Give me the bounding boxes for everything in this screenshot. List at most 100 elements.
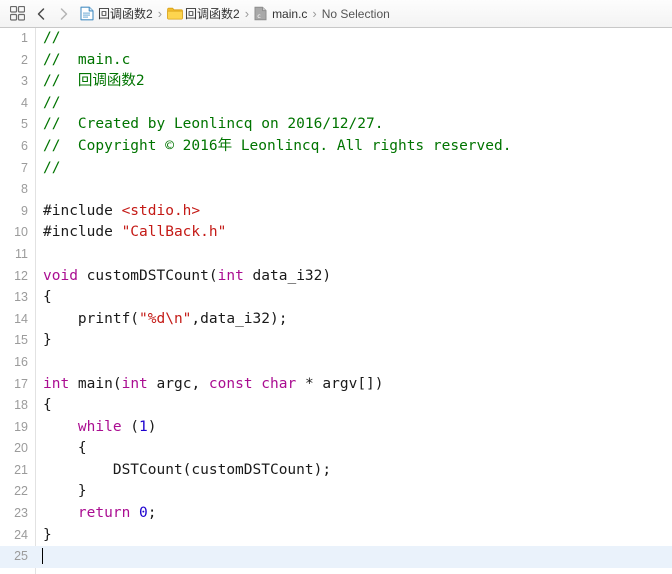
- token-plain: {: [43, 289, 52, 306]
- code-line[interactable]: 3 // 回调函数2: [0, 71, 672, 93]
- token-string: <stdio.h>: [121, 202, 201, 219]
- token-comment: //: [43, 30, 61, 46]
- code-line[interactable]: 6 // Copyright © 2016年 Leonlincq. All rig…: [0, 136, 672, 158]
- code-line-text: }: [35, 330, 672, 352]
- code-line[interactable]: 18 {: [0, 395, 672, 417]
- token-plain: }: [43, 332, 52, 349]
- code-line-text: while (1): [35, 417, 672, 439]
- line-number: 14: [14, 311, 28, 326]
- project-document-icon: [80, 6, 94, 21]
- line-number: 12: [14, 268, 28, 283]
- line-number: 20: [14, 441, 28, 456]
- code-line-text: }: [35, 525, 672, 547]
- code-line[interactable]: 25: [0, 546, 672, 568]
- code-line-text: // Copyright © 2016年 Leonlincq. All righ…: [35, 136, 672, 158]
- line-number: 10: [14, 225, 28, 240]
- token-plain: ,data_i32);: [191, 310, 288, 327]
- code-line[interactable]: 22 }: [0, 481, 672, 503]
- line-number: 17: [14, 376, 28, 391]
- line-number: 1: [21, 31, 28, 45]
- code-line[interactable]: 9 #include <stdio.h>: [0, 201, 672, 223]
- token-number: 0: [139, 505, 148, 522]
- panel-toggle-button[interactable]: [6, 3, 28, 25]
- breadcrumb-separator: ›: [312, 5, 317, 21]
- token-plain: }: [43, 526, 52, 543]
- line-number: 19: [14, 419, 28, 434]
- code-line[interactable]: 1 //: [0, 28, 672, 50]
- code-line[interactable]: 20 {: [0, 438, 672, 460]
- breadcrumb-item-file[interactable]: c main.c: [252, 6, 309, 21]
- code-line-text: #include <stdio.h>: [35, 201, 672, 223]
- token-comment: // 回调函数2: [43, 73, 145, 90]
- c-source-file-icon: c: [254, 6, 268, 21]
- breadcrumb-item-project[interactable]: 回调函数2: [78, 6, 155, 21]
- code-line-text: int main(int argc, const char * argv[]): [35, 374, 672, 396]
- code-line[interactable]: 21 DSTCount(customDSTCount);: [0, 460, 672, 482]
- code-line[interactable]: 4 //: [0, 93, 672, 115]
- code-line[interactable]: 24}: [0, 525, 672, 547]
- token-keyword: void: [43, 267, 78, 284]
- code-line-text: // Created by Leonlincq on 2016/12/27.: [35, 114, 672, 136]
- code-line-text: {: [35, 438, 672, 460]
- code-line[interactable]: 15}: [0, 330, 672, 352]
- code-line-text: [35, 546, 672, 568]
- code-line-text: //: [35, 28, 672, 50]
- token-plain: ): [147, 418, 157, 435]
- code-line[interactable]: 12 void customDSTCount(int data_i32): [0, 266, 672, 288]
- code-line[interactable]: 8: [0, 179, 672, 201]
- breadcrumb-label-folder: 回调函数2: [185, 6, 240, 21]
- breadcrumb-item-folder[interactable]: 回调函数2: [165, 6, 242, 21]
- breadcrumb-label-selection: No Selection: [321, 6, 390, 21]
- token-pre: #include: [43, 224, 122, 241]
- token-keyword: int: [121, 375, 148, 392]
- token-keyword: return: [77, 505, 131, 522]
- code-line[interactable]: 17 int main(int argc, const char * argv[]…: [0, 374, 672, 396]
- code-line-text: void customDSTCount(int data_i32): [35, 266, 672, 288]
- code-line-text: printf("%d\n",data_i32);: [35, 309, 672, 331]
- code-line-text: #include "CallBack.h": [35, 222, 672, 244]
- code-line[interactable]: 5 // Created by Leonlincq on 2016/12/27.: [0, 114, 672, 136]
- code-line[interactable]: 11: [0, 244, 672, 266]
- code-line[interactable]: 19 while (1): [0, 417, 672, 439]
- code-line[interactable]: 2 // main.c: [0, 50, 672, 72]
- code-line[interactable]: 10 #include "CallBack.h": [0, 222, 672, 244]
- chevron-left-icon: [36, 7, 47, 21]
- code-line[interactable]: 14 printf("%d\n",data_i32);: [0, 309, 672, 331]
- code-line[interactable]: 13 {: [0, 287, 672, 309]
- line-number: 9: [21, 203, 28, 218]
- token-plain: customDSTCount(: [77, 267, 218, 284]
- line-number: 22: [14, 484, 28, 499]
- breadcrumb-item-selection[interactable]: No Selection: [320, 7, 392, 21]
- code-editor[interactable]: 1 // 2 // main.c 3 // 回调函数2 4 // 5 // Created by …: [0, 28, 672, 574]
- code-line-text: //: [35, 93, 672, 115]
- token-comment: //: [43, 94, 61, 111]
- breadcrumb-separator: ›: [244, 5, 250, 21]
- folder-icon: [167, 6, 183, 21]
- code-line[interactable]: 16: [0, 352, 672, 374]
- line-number: 2: [21, 52, 28, 67]
- line-number: 3: [21, 74, 28, 89]
- jump-bar: 回调函数2 › 回调函数2 › c main.c › No Selection: [0, 0, 672, 28]
- code-line[interactable]: 23 return 0;: [0, 503, 672, 525]
- grid-squares-icon: [9, 6, 25, 21]
- token-plain: data_i32): [243, 267, 332, 284]
- token-keyword: int: [43, 375, 70, 392]
- line-number: 18: [14, 398, 28, 413]
- code-line-text: DSTCount(customDSTCount);: [35, 460, 672, 482]
- line-number: 11: [15, 246, 28, 261]
- breadcrumb-label-project: 回调函数2: [98, 6, 153, 21]
- token-keyword: char: [261, 375, 297, 392]
- back-button[interactable]: [30, 3, 52, 25]
- token-plain: printf(: [43, 310, 140, 327]
- svg-text:c: c: [257, 12, 261, 20]
- code-line-text: return 0;: [35, 503, 672, 525]
- code-line[interactable]: 7 //: [0, 158, 672, 180]
- token-comment: //: [43, 159, 61, 176]
- forward-button[interactable]: [52, 3, 74, 25]
- line-number: 16: [14, 354, 28, 369]
- token-keyword: int: [217, 267, 244, 284]
- line-number: 7: [21, 160, 28, 175]
